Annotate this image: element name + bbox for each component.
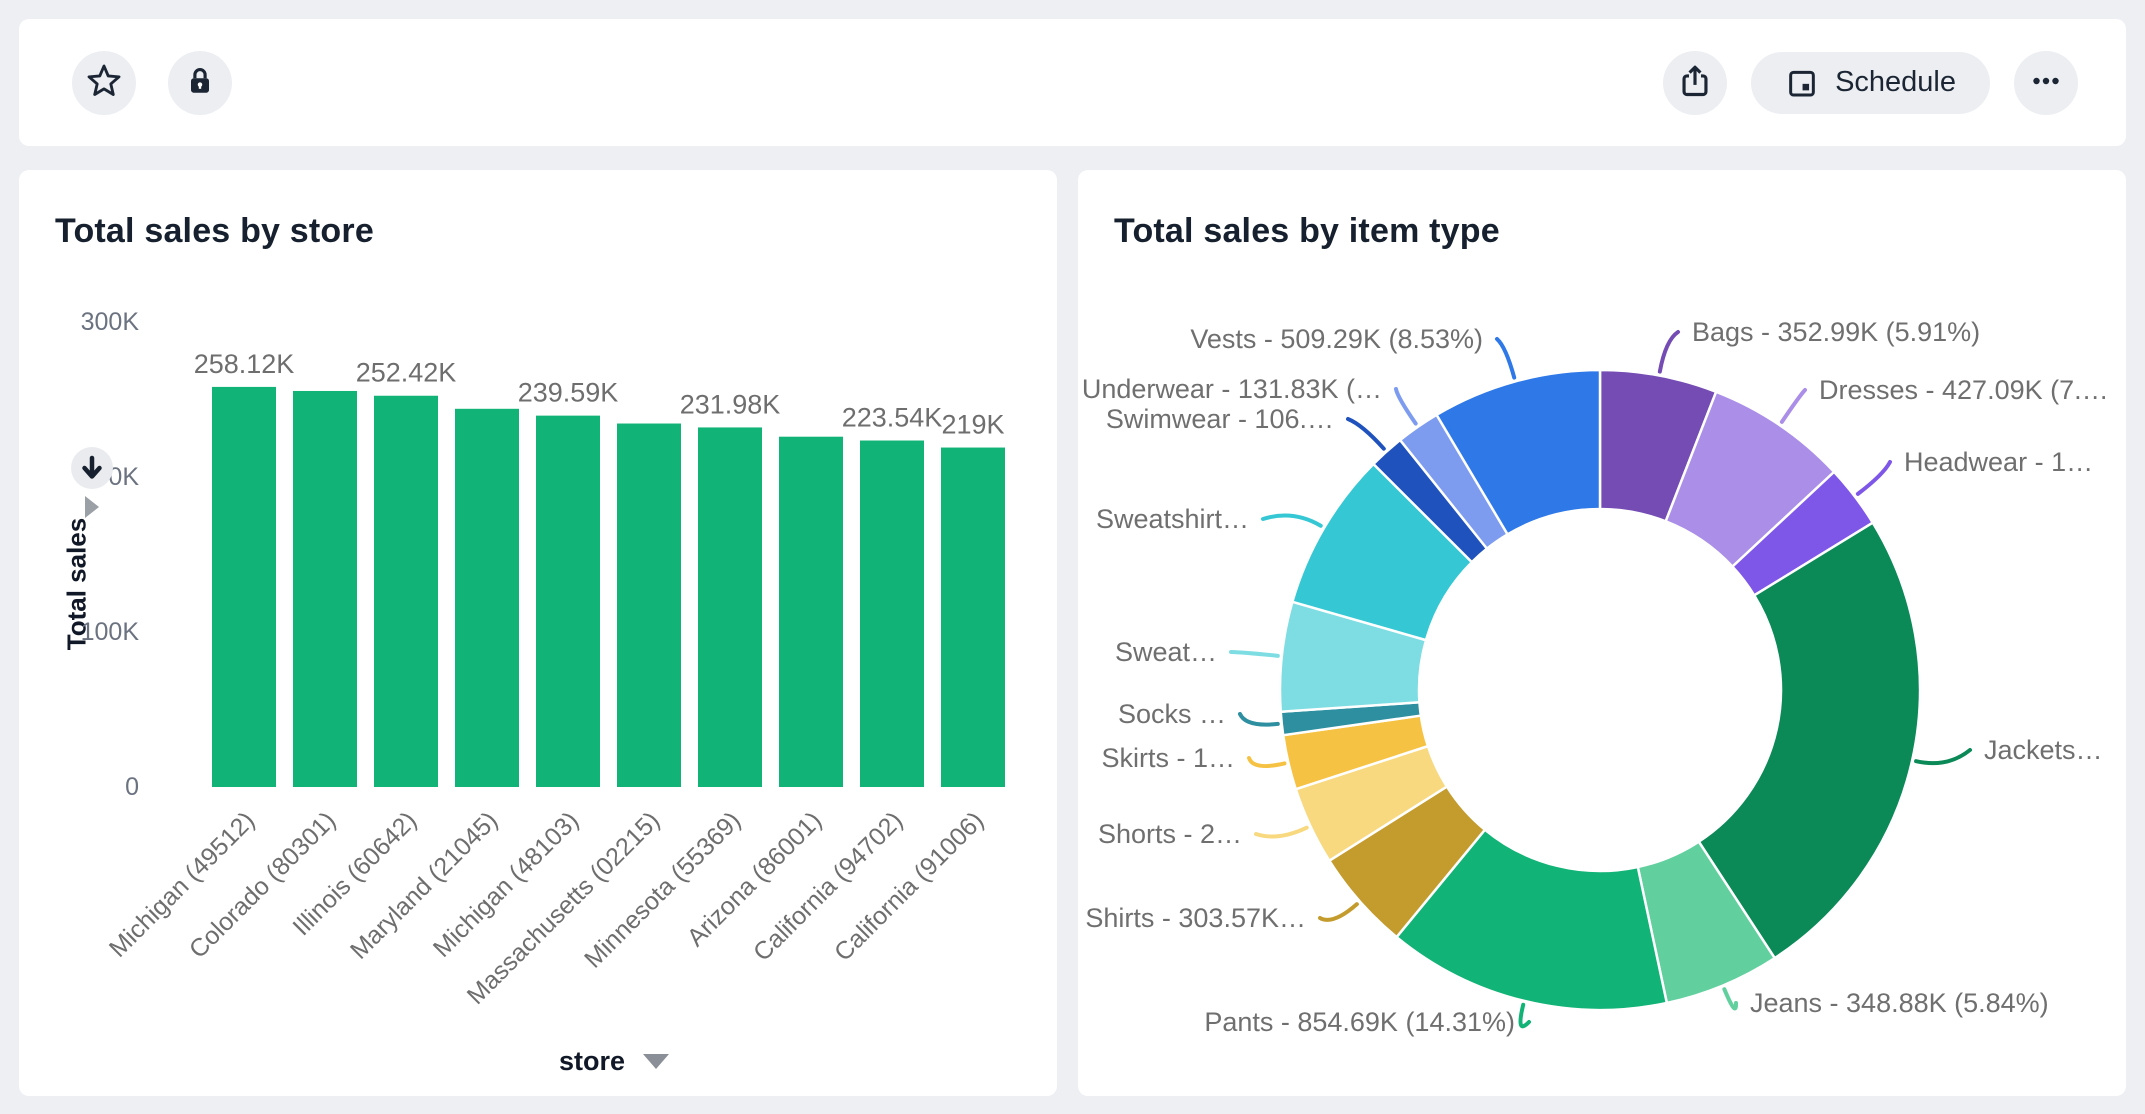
donut-leader-line-Vests (1497, 339, 1514, 378)
donut-slice-label-Sweaters: Sweat… (1115, 637, 1217, 667)
bar-chart-x-axis-title[interactable]: store (559, 1046, 669, 1077)
bar-value-label: 219K (941, 410, 1004, 440)
bar-Arizona (86001)[interactable] (779, 437, 843, 787)
y-tick-label: 0 (125, 773, 139, 801)
bar-value-label: 252.42K (356, 358, 457, 388)
bar-California (91006)[interactable] (941, 448, 1005, 787)
bar-Massachusetts (02215)[interactable] (617, 424, 681, 787)
x-category-label: Colorado (80301) (184, 806, 341, 963)
bar-Michigan (49512)[interactable] (212, 387, 276, 787)
donut-slice-label-Underwear: Underwear - 131.83K (… (1082, 374, 1382, 404)
x-category-label: Minnesota (55369) (579, 806, 746, 973)
bar-Minnesota (55369)[interactable] (698, 427, 762, 787)
favorite-button[interactable] (72, 51, 136, 115)
y-tick-label: 300K (81, 308, 140, 336)
bar-Michigan (48103)[interactable] (536, 416, 600, 787)
schedule-button[interactable]: Schedule (1751, 52, 1990, 114)
donut-slice-label-Bags: Bags - 352.99K (5.91%) (1692, 317, 1980, 347)
donut-chart-card: Total sales by item type Bags - 352.99K … (1078, 170, 2126, 1096)
donut-slice-label-Swimwear: Swimwear - 106.… (1106, 404, 1334, 434)
donut-leader-line-Swimwear (1348, 419, 1384, 449)
axis-expand-triangle-icon[interactable] (85, 496, 99, 518)
dashboard-toolbar: Schedule (19, 19, 2126, 146)
ellipsis-icon (2027, 62, 2065, 103)
bar-value-label: 223.54K (842, 403, 943, 433)
lock-icon (182, 63, 218, 102)
x-category-label: California (94702) (748, 806, 908, 966)
chevron-down-icon (643, 1054, 669, 1069)
donut-leader-line-Bags (1660, 332, 1678, 372)
donut-slice-label-Shorts: Shorts - 2… (1098, 819, 1242, 849)
x-category-label: California (91006) (829, 806, 989, 966)
x-category-label: Michigan (49512) (104, 806, 260, 962)
donut-slice-label-Socks: Socks … (1118, 699, 1226, 729)
donut-leader-line-Underwear (1396, 389, 1416, 424)
share-button[interactable] (1663, 51, 1727, 115)
share-icon (1677, 63, 1713, 102)
bar-chart-card: Total sales by store Total sales 300K200… (19, 170, 1057, 1096)
bar-Maryland (21045)[interactable] (455, 409, 519, 787)
bar-chart: 300K200K100K0258.12KMichigan (49512)Colo… (19, 170, 1057, 1096)
bar-value-label: 258.12K (194, 349, 295, 379)
donut-leader-line-Dresses (1782, 390, 1805, 422)
bar-value-label: 239.59K (518, 378, 619, 408)
bar-value-label: 231.98K (680, 389, 781, 419)
donut-slice-label-Vests: Vests - 509.29K (8.53%) (1190, 324, 1483, 354)
toolbar-left-group (19, 51, 232, 115)
toolbar-right-group: Schedule (1663, 51, 2126, 115)
bar-California (94702)[interactable] (860, 441, 924, 787)
donut-leader-line-Sweatshirts (1263, 515, 1321, 525)
donut-leader-line-Pants (1520, 1005, 1529, 1027)
x-axis-field-label: store (559, 1046, 625, 1077)
donut-leader-line-Socks (1240, 714, 1278, 725)
bar-Colorado (80301)[interactable] (293, 391, 357, 787)
donut-leader-line-Shirts (1320, 904, 1357, 920)
schedule-button-label: Schedule (1835, 66, 1956, 99)
x-category-label: Maryland (21045) (345, 806, 503, 964)
donut-slice-label-Shirts: Shirts - 303.57K… (1085, 903, 1306, 933)
donut-leader-line-Headwear (1858, 462, 1890, 494)
x-category-label: Michigan (48103) (428, 806, 584, 962)
star-icon (86, 63, 122, 102)
y-tick-label: 100K (81, 618, 140, 646)
donut-chart: Bags - 352.99K (5.91%) Dresses - 427.09K … (1078, 170, 2126, 1096)
lock-button[interactable] (168, 51, 232, 115)
donut-slice-label-Headwear: Headwear - 1… (1904, 447, 2093, 477)
donut-slice-label-Skirts: Skirts - 1… (1101, 743, 1235, 773)
donut-slice-label-Jackets: Jackets… (1984, 735, 2103, 765)
donut-slice-label-Pants: Pants - 854.69K (14.31%) (1204, 1007, 1515, 1037)
more-options-button[interactable] (2014, 51, 2078, 115)
donut-leader-line-Sweaters (1231, 652, 1278, 656)
donut-slice-label-Jeans: Jeans - 348.88K (5.84%) (1750, 988, 2049, 1018)
donut-leader-line-Shorts (1256, 828, 1307, 837)
donut-leader-line-Jackets (1916, 750, 1970, 763)
donut-leader-line-Jeans (1724, 989, 1736, 1008)
donut-slice-label-Sweatshirts: Sweatshirt… (1096, 504, 1249, 534)
calendar-icon (1785, 66, 1819, 100)
donut-leader-line-Skirts (1249, 758, 1284, 766)
bar-Illinois (60642)[interactable] (374, 396, 438, 787)
donut-slice-label-Dresses: Dresses - 427.09K (7.… (1819, 375, 2109, 405)
